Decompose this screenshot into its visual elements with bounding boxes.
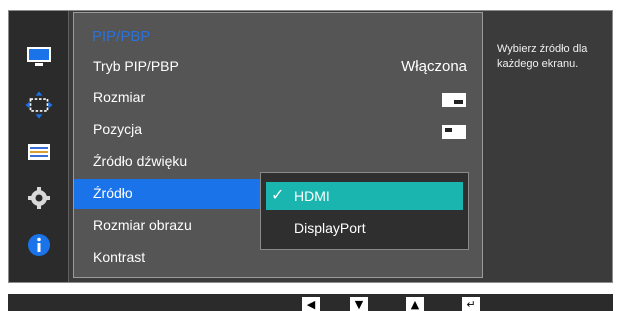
monitor-icon[interactable] <box>22 42 56 72</box>
adjust-bars-icon[interactable] <box>22 137 56 167</box>
menu-item-label: Pozycja <box>93 121 143 137</box>
menu-item-label: Kontrast <box>93 249 146 265</box>
menu-item-label: Źródło dźwięku <box>93 153 188 169</box>
menu-item-size[interactable]: Rozmiar <box>74 83 482 113</box>
menu-item-source[interactable]: Źródło <box>74 179 260 209</box>
menu-item-label: Tryb PIP/PBP <box>93 58 179 74</box>
source-dropdown: ✓ HDMI DisplayPort <box>260 172 469 250</box>
menu-item-position[interactable]: Pozycja <box>74 115 482 145</box>
menu-title: PIP/PBP <box>92 28 151 45</box>
help-text: Wybierz źródło dla każdego ekranu. <box>497 43 588 70</box>
up-arrow-key-icon[interactable]: ▲ <box>406 297 424 311</box>
info-icon[interactable] <box>22 230 56 260</box>
size-preview-icon <box>442 93 466 107</box>
source-option-hdmi[interactable]: ✓ HDMI <box>266 182 463 210</box>
left-arrow-key-icon[interactable]: ◀ <box>302 297 320 311</box>
position-preview-icon <box>442 125 466 139</box>
enter-key-icon[interactable]: ↵ <box>462 297 480 311</box>
source-option-label: HDMI <box>294 188 330 204</box>
menu-item-value: Włączona <box>401 58 467 75</box>
down-arrow-key-icon[interactable]: ▼ <box>350 297 368 311</box>
source-option-label: DisplayPort <box>294 220 366 236</box>
menu-item-label: Źródło <box>93 185 133 201</box>
gear-icon[interactable] <box>22 183 56 213</box>
osd-sidebar <box>9 11 69 282</box>
source-option-displayport[interactable]: DisplayPort <box>266 214 463 242</box>
resize-icon[interactable] <box>22 90 56 120</box>
menu-item-label: Rozmiar obrazu <box>93 217 192 233</box>
menu-item-label: Rozmiar <box>93 89 146 105</box>
checkmark-icon: ✓ <box>271 187 285 204</box>
menu-item-pip-pbp-mode[interactable]: Tryb PIP/PBP Włączona <box>74 52 482 82</box>
